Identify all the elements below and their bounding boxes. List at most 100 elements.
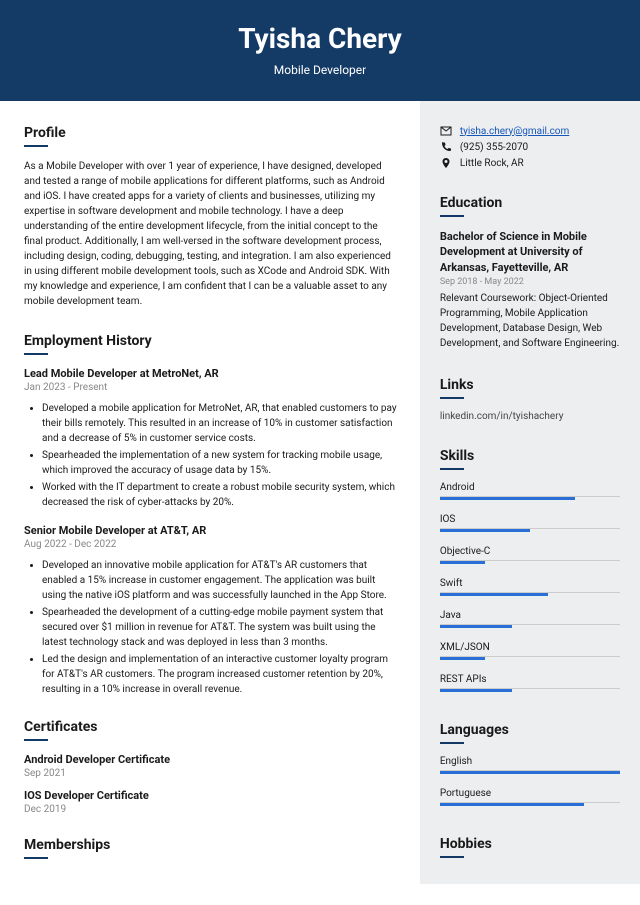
job-dates: Aug 2022 - Dec 2022 [24,539,398,550]
hobbies-section: Hobbies [440,836,620,858]
profile-text: As a Mobile Developer with over 1 year o… [24,159,398,309]
skill-name: Android [440,482,620,497]
skill-name: REST APIs [440,674,620,689]
education-section: Education Bachelor of Science in Mobile … [440,195,620,351]
hobbies-heading: Hobbies [440,836,620,852]
heading-underline [24,145,48,147]
skill-bar [440,593,620,596]
skill-bar-fill [440,497,575,500]
skill-bar [440,657,620,660]
skill-bar [440,497,620,500]
education-heading: Education [440,195,620,211]
language-bar [440,803,620,806]
certificate-date: Dec 2019 [24,804,398,815]
location-icon [440,157,452,169]
skill-item: REST APIs [440,674,620,696]
job-bullet: Led the design and implementation of an … [42,652,398,697]
job-bullet: Worked with the IT department to create … [42,480,398,510]
language-bar [440,771,620,774]
heading-underline [440,856,464,858]
skills-heading: Skills [440,448,620,464]
skill-name: XML/JSON [440,642,620,657]
heading-underline [24,353,48,355]
links-heading: Links [440,377,620,393]
links-section: Links linkedin.com/in/tyishachery [440,377,620,422]
skill-name: Swift [440,578,620,593]
link-item[interactable]: linkedin.com/in/tyishachery [440,411,620,422]
job-bullets: Developed a mobile application for Metro… [24,401,398,510]
skill-bar-fill [440,529,530,532]
language-bar-fill [440,803,584,806]
memberships-section: Memberships [24,837,398,859]
skill-name: IOS [440,514,620,529]
language-name: English [440,756,620,771]
education-degree: Bachelor of Science in Mobile Developmen… [440,229,620,275]
applicant-name: Tyisha Chery [0,22,640,55]
language-bar-fill [440,771,620,774]
certificate-item: IOS Developer Certificate Dec 2019 [24,789,398,815]
job-bullet: Spearheaded the development of a cutting… [42,605,398,650]
contact-email[interactable]: tyisha.chery@gmail.com [460,126,569,137]
certificate-date: Sep 2021 [24,768,398,779]
employment-job: Senior Mobile Developer at AT&T, AR Aug … [24,524,398,697]
job-bullet: Spearheaded the implementation of a new … [42,448,398,478]
skill-bar [440,625,620,628]
phone-icon [440,141,452,153]
skill-bar-fill [440,625,512,628]
certificate-item: Android Developer Certificate Sep 2021 [24,753,398,779]
languages-section: Languages English Portuguese [440,722,620,810]
job-dates: Jan 2023 - Present [24,382,398,393]
education-desc: Relevant Coursework: Object-Oriented Pro… [440,291,620,351]
skill-bar [440,689,620,692]
resume-header: Tyisha Chery Mobile Developer [0,0,640,101]
skill-item: IOS [440,514,620,536]
contact-email-row: tyisha.chery@gmail.com [440,125,620,137]
language-name: Portuguese [440,788,620,803]
certificates-section: Certificates Android Developer Certifica… [24,719,398,815]
skill-item: Java [440,610,620,632]
left-column: Profile As a Mobile Developer with over … [0,101,420,884]
education-dates: Sep 2018 - May 2022 [440,277,620,287]
resume-body: Profile As a Mobile Developer with over … [0,101,640,884]
right-column: tyisha.chery@gmail.com (925) 355-2070 Li… [420,101,640,884]
skill-bar-fill [440,657,485,660]
profile-heading: Profile [24,125,398,141]
skill-bar-fill [440,593,548,596]
skill-item: Android [440,482,620,504]
applicant-job-title: Mobile Developer [0,63,640,77]
job-title: Senior Mobile Developer at AT&T, AR [24,524,398,537]
language-item: English [440,756,620,778]
job-bullet: Developed a mobile application for Metro… [42,401,398,446]
certificate-title: IOS Developer Certificate [24,789,398,802]
skill-bar-fill [440,689,512,692]
memberships-heading: Memberships [24,837,398,853]
certificates-heading: Certificates [24,719,398,735]
contact-section: tyisha.chery@gmail.com (925) 355-2070 Li… [440,125,620,169]
contact-location: Little Rock, AR [460,158,524,169]
contact-phone: (925) 355-2070 [460,142,528,153]
heading-underline [440,397,464,399]
skill-bar [440,561,620,564]
job-title: Lead Mobile Developer at MetroNet, AR [24,367,398,380]
heading-underline [440,742,464,744]
heading-underline [440,468,464,470]
employment-heading: Employment History [24,333,398,349]
heading-underline [24,739,48,741]
contact-location-row: Little Rock, AR [440,157,620,169]
skill-bar [440,529,620,532]
skill-item: Swift [440,578,620,600]
employment-job: Lead Mobile Developer at MetroNet, AR Ja… [24,367,398,510]
skill-name: Objective-C [440,546,620,561]
profile-section: Profile As a Mobile Developer with over … [24,125,398,309]
language-item: Portuguese [440,788,620,810]
envelope-icon [440,125,452,137]
skill-name: Java [440,610,620,625]
heading-underline [440,215,464,217]
contact-phone-row: (925) 355-2070 [440,141,620,153]
languages-heading: Languages [440,722,620,738]
job-bullet: Developed an innovative mobile applicati… [42,558,398,603]
heading-underline [24,857,48,859]
certificate-title: Android Developer Certificate [24,753,398,766]
employment-section: Employment History Lead Mobile Developer… [24,333,398,697]
skill-item: Objective-C [440,546,620,568]
